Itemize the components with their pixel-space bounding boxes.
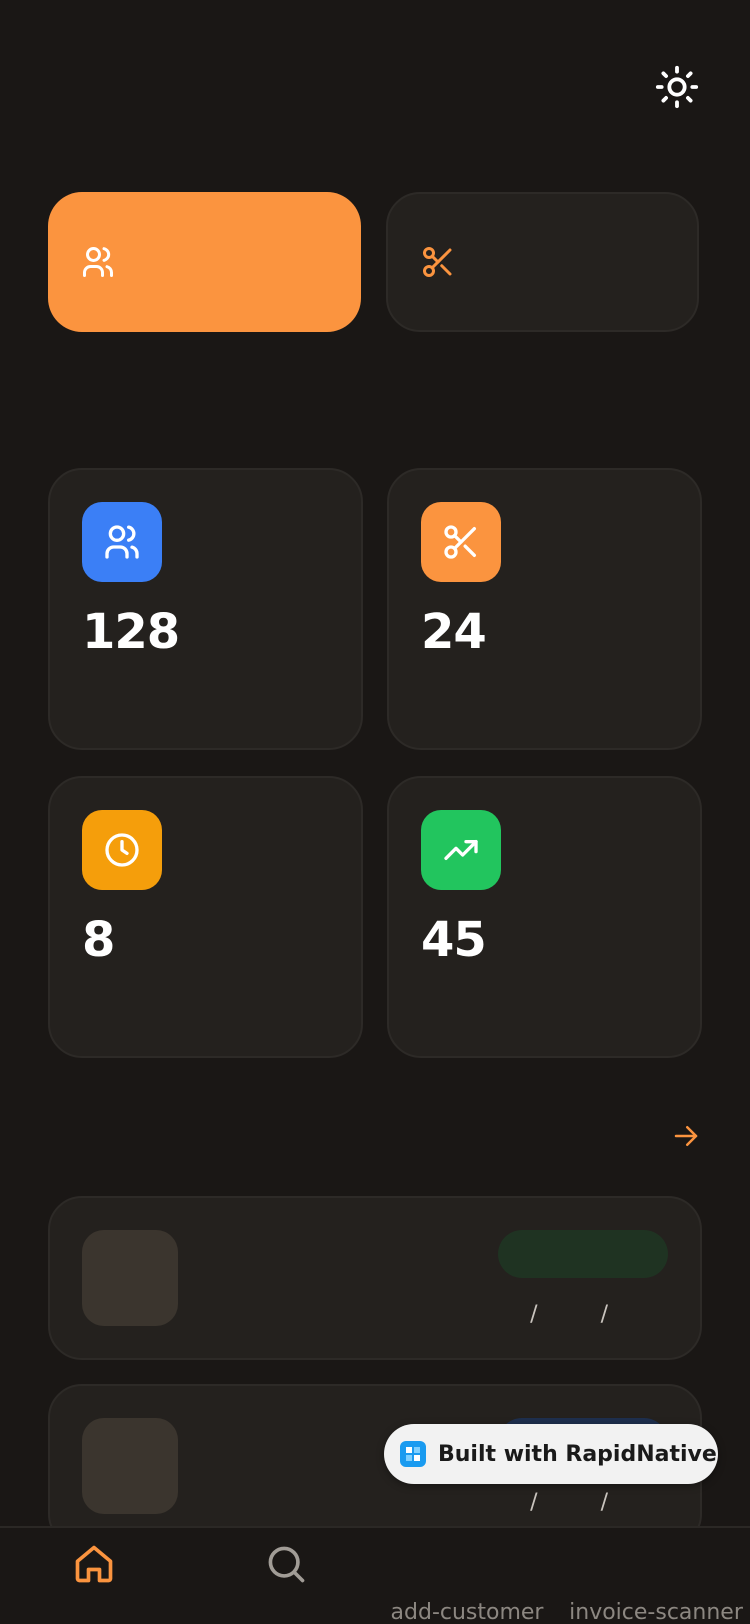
stat-value: 45 xyxy=(421,912,487,968)
built-with-badge[interactable]: Built with RapidNative xyxy=(384,1424,718,1484)
nav-add-customer-label: add-customer xyxy=(390,1600,544,1624)
stat-icon-tile xyxy=(421,502,501,582)
theme-toggle-button[interactable] xyxy=(652,62,702,112)
date-text: / / xyxy=(530,1490,636,1515)
nav-search[interactable] xyxy=(256,1528,316,1624)
stat-value: 8 xyxy=(82,912,115,968)
avatar xyxy=(82,1230,178,1326)
arrow-right-icon xyxy=(674,1126,698,1146)
stat-icon-tile xyxy=(82,810,162,890)
status-badge xyxy=(498,1230,668,1278)
scissors-icon xyxy=(444,525,476,559)
nav-invoice-scanner-label: invoice-scanner xyxy=(569,1600,743,1624)
nav-invoice-scanner[interactable]: invoice-scanner xyxy=(569,1528,743,1624)
stat-icon-tile xyxy=(421,810,501,890)
stat-card-services[interactable]: 24 xyxy=(387,468,702,750)
date-text: / / xyxy=(530,1302,636,1327)
bottom-nav: add-customer invoice-scanner xyxy=(0,1526,750,1624)
list-item[interactable]: / / xyxy=(48,1196,702,1360)
home-icon xyxy=(75,1545,113,1583)
stat-card-growth[interactable]: 45 xyxy=(387,776,702,1058)
stat-card-pending[interactable]: 8 xyxy=(48,776,363,1058)
nav-add-customer[interactable]: add-customer xyxy=(390,1528,544,1624)
rapidnative-logo-icon xyxy=(400,1441,426,1467)
sun-icon xyxy=(655,65,699,109)
stat-card-customers[interactable]: 128 xyxy=(48,468,363,750)
users-icon xyxy=(83,247,114,277)
search-icon xyxy=(268,1546,305,1583)
screen: 128 24 8 45 / / / / Built with RapidNati… xyxy=(0,0,750,1624)
badge-text: Built with RapidNative xyxy=(438,1441,717,1467)
scissors-icon xyxy=(423,247,452,277)
add-customer-action-button[interactable] xyxy=(48,192,361,332)
avatar xyxy=(82,1418,178,1514)
trending-up-icon xyxy=(444,840,478,860)
users-icon xyxy=(105,525,139,559)
stat-value: 128 xyxy=(82,604,180,660)
see-all-button[interactable] xyxy=(668,1118,704,1154)
nav-home[interactable] xyxy=(64,1528,124,1624)
stat-value: 24 xyxy=(421,604,487,660)
stat-icon-tile xyxy=(82,502,162,582)
new-service-action-button[interactable] xyxy=(386,192,699,332)
clock-icon xyxy=(105,833,139,867)
